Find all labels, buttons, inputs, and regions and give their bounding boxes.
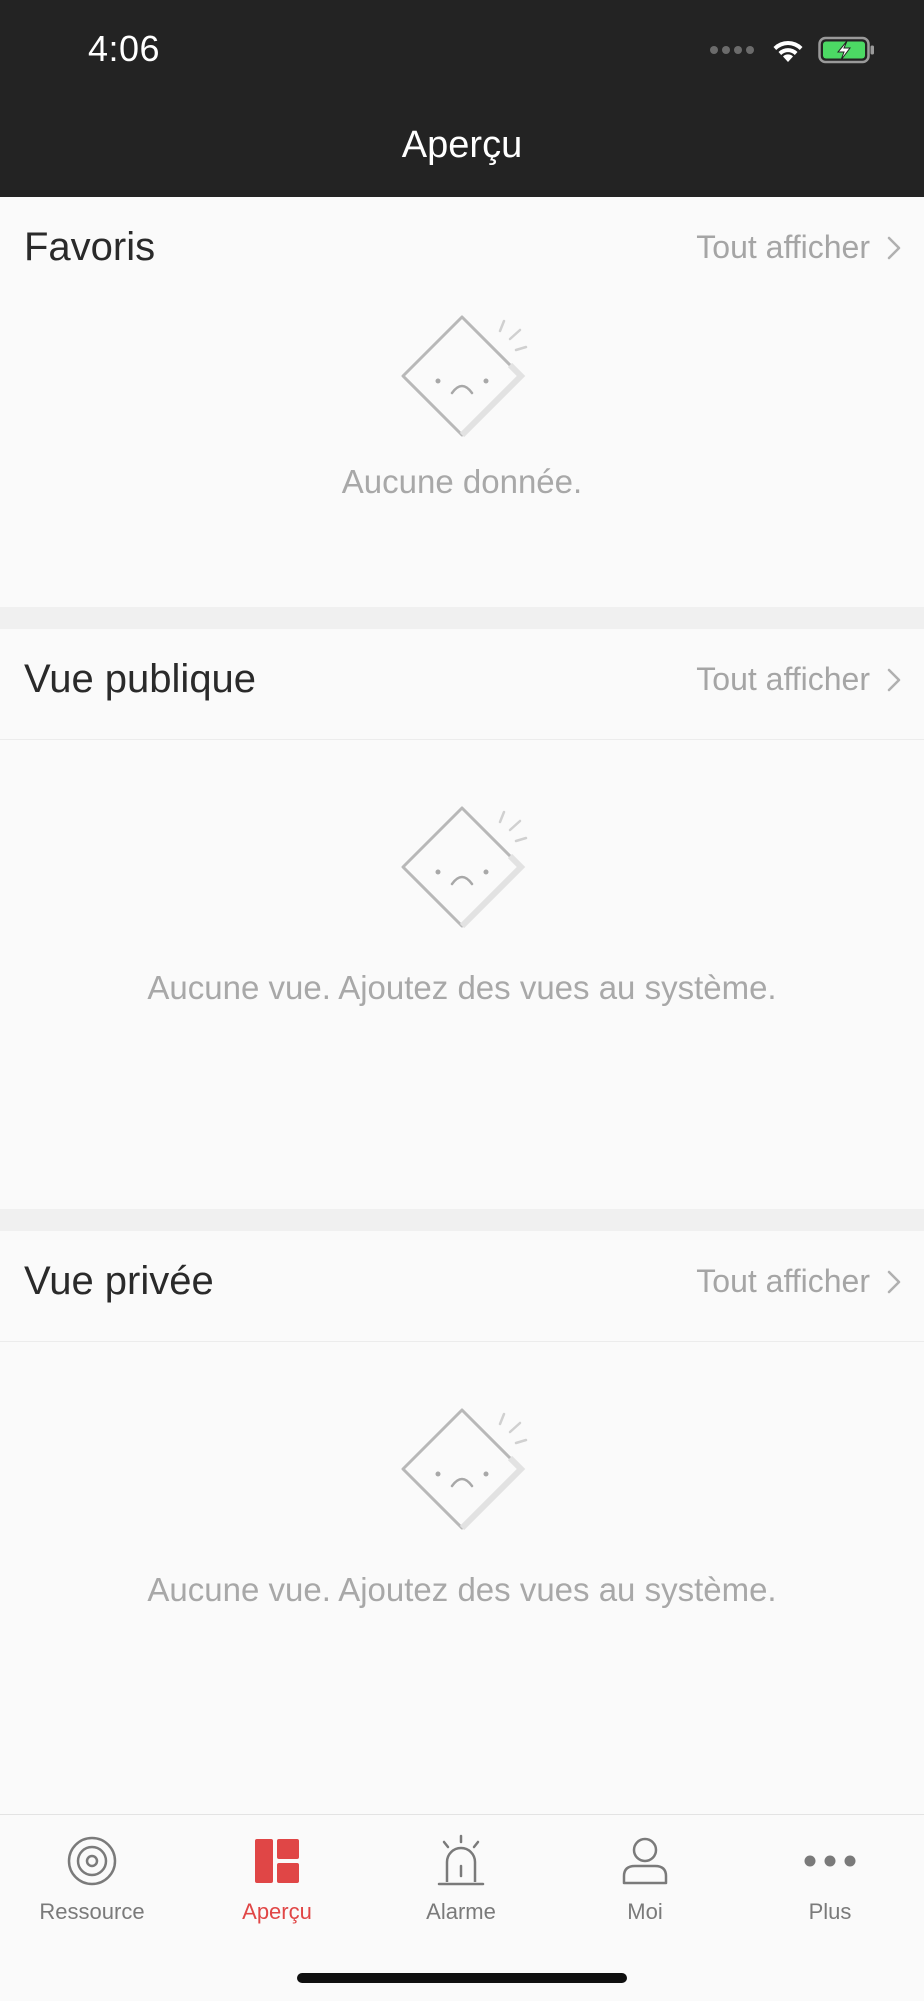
section-divider [0, 1209, 924, 1231]
private-view-empty-text: Aucune vue. Ajoutez des vues au système. [147, 1571, 777, 1608]
private-view-title: Vue privée [24, 1259, 214, 1303]
tab-alarme[interactable]: Alarme [369, 1833, 553, 1943]
tab-label: Moi [627, 1899, 663, 1924]
tab-label: Aperçu [242, 1899, 312, 1924]
section-divider [0, 607, 924, 629]
see-all-label: Tout afficher [696, 1263, 870, 1299]
tab-label: Ressource [39, 1899, 145, 1924]
public-view-see-all-button[interactable]: Tout afficher [696, 661, 902, 698]
favorites-header: Favoris Tout afficher [0, 197, 924, 307]
status-time: 4:06 [88, 28, 161, 69]
public-view-section: Vue publique Tout afficher Aucune vue. A… [0, 629, 924, 1209]
user-icon [622, 1837, 668, 1885]
battery-charging-icon [818, 36, 874, 64]
cellular-signal-icon [710, 46, 754, 54]
private-view-section: Vue privée Tout afficher Aucune vue. Ajo… [0, 1231, 924, 1814]
chevron-right-icon [887, 1270, 901, 1293]
top-bar: 4:06 Aperçu [0, 0, 924, 197]
private-view-header: Vue privée Tout afficher [0, 1231, 924, 1342]
empty-state-sad-face-icon [401, 1408, 528, 1531]
public-view-empty-text: Aucune vue. Ajoutez des vues au système. [147, 969, 777, 1006]
tab-moi[interactable]: Moi [553, 1833, 737, 1943]
status-icons [710, 36, 876, 64]
chevron-right-icon [887, 236, 901, 259]
tab-label: Plus [808, 1899, 852, 1924]
tab-ressource[interactable]: Ressource [0, 1833, 184, 1943]
more-icon [804, 1855, 856, 1867]
favorites-see-all-button[interactable]: Tout afficher [696, 229, 902, 266]
chevron-right-icon [887, 668, 901, 691]
favorites-section: Favoris Tout afficher Aucune donnée. [0, 197, 924, 607]
alarm-icon [437, 1834, 485, 1886]
tab-label: Alarme [426, 1899, 496, 1924]
empty-state-sad-face-icon [401, 315, 528, 438]
see-all-label: Tout afficher [696, 229, 870, 265]
favorites-empty-text: Aucune donnée. [341, 463, 583, 500]
private-view-see-all-button[interactable]: Tout afficher [696, 1263, 902, 1300]
overview-icon [255, 1839, 299, 1883]
see-all-label: Tout afficher [696, 661, 870, 697]
public-view-header: Vue publique Tout afficher [0, 629, 924, 740]
tab-apercu[interactable]: Aperçu [185, 1833, 369, 1943]
empty-state-sad-face-icon [401, 806, 528, 929]
page-title: Aperçu [401, 124, 523, 166]
resource-icon [67, 1836, 117, 1886]
public-view-title: Vue publique [24, 657, 257, 701]
wifi-icon [773, 40, 803, 62]
home-indicator[interactable] [297, 1973, 627, 1983]
favorites-title: Favoris [24, 225, 156, 269]
tab-plus[interactable]: Plus [738, 1833, 922, 1943]
